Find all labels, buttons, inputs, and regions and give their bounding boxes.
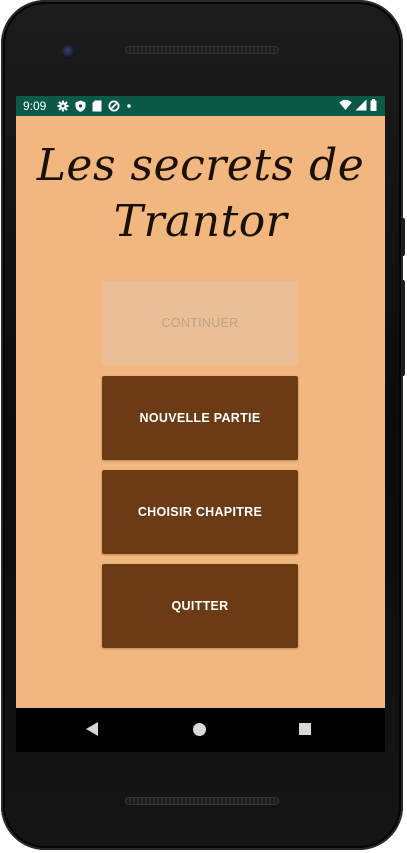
app-title: Les secrets de Trantor [16, 138, 385, 250]
quit-button[interactable]: QUITTER [102, 564, 298, 648]
shield-icon [75, 100, 86, 112]
gear-icon [57, 100, 69, 112]
bottom-speaker [125, 797, 279, 805]
front-camera [62, 45, 76, 59]
app-screen: 9:09 Les secrets de Trantor CONTINUER NO… [16, 96, 385, 708]
battery-icon [370, 99, 377, 111]
sd-card-icon [92, 100, 102, 112]
choose-chapter-button[interactable]: CHOISIR CHAPITRE [102, 470, 298, 554]
signal-icon [355, 99, 367, 111]
new-game-button[interactable]: NOUVELLE PARTIE [102, 376, 298, 460]
recents-icon[interactable] [299, 723, 311, 735]
back-icon[interactable] [86, 722, 98, 736]
home-icon[interactable] [193, 723, 206, 736]
title-line-2: Trantor [113, 196, 288, 247]
title-line-1: Les secrets de [36, 140, 365, 191]
status-bar: 9:09 [16, 96, 385, 116]
dot-icon [126, 100, 132, 112]
data-saver-icon [108, 100, 120, 112]
wifi-icon [339, 99, 352, 111]
volume-button [401, 280, 405, 376]
navigation-bar [16, 708, 385, 752]
top-speaker [125, 46, 279, 54]
status-time: 9:09 [23, 99, 47, 113]
power-button [401, 218, 405, 256]
continue-button[interactable]: CONTINUER [102, 281, 298, 365]
